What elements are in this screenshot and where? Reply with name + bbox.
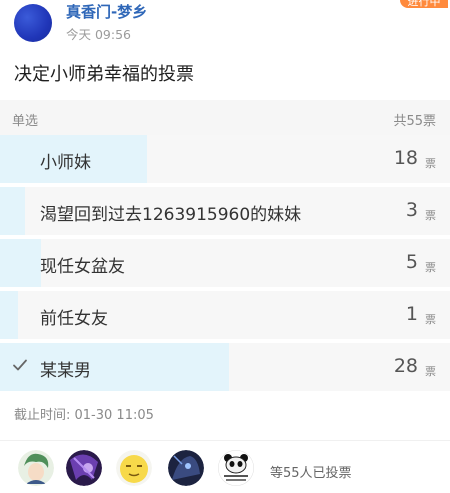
post-time: 今天 09:56	[66, 27, 131, 42]
poll-option[interactable]: 前任女友 1 票	[0, 291, 450, 343]
voter-avatar-emoji[interactable]	[116, 450, 152, 486]
option-label: 小师妹	[40, 153, 91, 173]
option-unit: 票	[425, 157, 436, 170]
status-badge: 进行中	[400, 0, 448, 8]
emoji-face-avatar-icon	[116, 450, 152, 486]
poll-option[interactable]: 小师妹 18 票	[0, 135, 450, 187]
option-unit: 票	[425, 209, 436, 222]
vote-fill-bar	[0, 291, 18, 339]
author-avatar[interactable]	[14, 4, 52, 42]
poll-deadline: 截止时间: 01-30 11:05	[14, 408, 154, 423]
option-label: 渴望回到过去1263915960的妹妹	[40, 205, 302, 225]
purple-anime-avatar-icon	[66, 450, 102, 486]
poll-options: 小师妹 18 票 渴望回到过去1263915960的妹妹 3 票 现任女盆友 5…	[0, 135, 450, 395]
voter-avatar-green-hair[interactable]	[18, 450, 54, 486]
check-icon	[13, 359, 27, 371]
poll-card: 真香门-梦乡 今天 09:56 进行中 决定小师弟幸福的投票 单选 共55票 小…	[0, 0, 450, 493]
voted-summary[interactable]: 等55人已投票	[270, 462, 352, 481]
option-unit: 票	[425, 313, 436, 326]
option-unit: 票	[425, 261, 436, 274]
voter-avatar-panda[interactable]	[218, 450, 254, 486]
option-unit: 票	[425, 365, 436, 378]
vote-fill-bar	[0, 343, 230, 391]
poll-total: 共55票	[393, 114, 436, 129]
dark-anime-avatar-icon	[168, 450, 204, 486]
option-label: 前任女友	[40, 309, 108, 329]
voter-avatar-purple[interactable]	[66, 450, 102, 486]
author-name[interactable]: 真香门-梦乡	[66, 1, 147, 22]
poll-option-selected[interactable]: 某某男 28 票	[0, 343, 450, 395]
poll-type: 单选	[12, 114, 39, 129]
poll-option[interactable]: 现任女盆友 5 票	[0, 239, 450, 291]
option-count: 3	[405, 199, 418, 221]
voter-list[interactable]: 等55人已投票	[0, 440, 450, 493]
voter-avatar-dark[interactable]	[168, 450, 204, 486]
option-label: 某某男	[40, 361, 91, 381]
poll-question: 决定小师弟幸福的投票	[14, 64, 194, 85]
option-label: 现任女盆友	[40, 257, 125, 277]
poll-option[interactable]: 渴望回到过去1263915960的妹妹 3 票	[0, 187, 450, 239]
option-count: 1	[405, 303, 418, 325]
option-count: 28	[393, 355, 418, 377]
poll-meta-bar: 单选 共55票	[0, 100, 450, 135]
green-hair-avatar-icon	[18, 450, 54, 486]
panda-meme-avatar-icon	[218, 450, 254, 486]
vote-fill-bar	[0, 239, 41, 287]
option-count: 5	[405, 251, 418, 273]
post-header: 真香门-梦乡 今天 09:56 进行中	[0, 0, 450, 55]
option-count: 18	[393, 147, 418, 169]
vote-fill-bar	[0, 187, 25, 235]
